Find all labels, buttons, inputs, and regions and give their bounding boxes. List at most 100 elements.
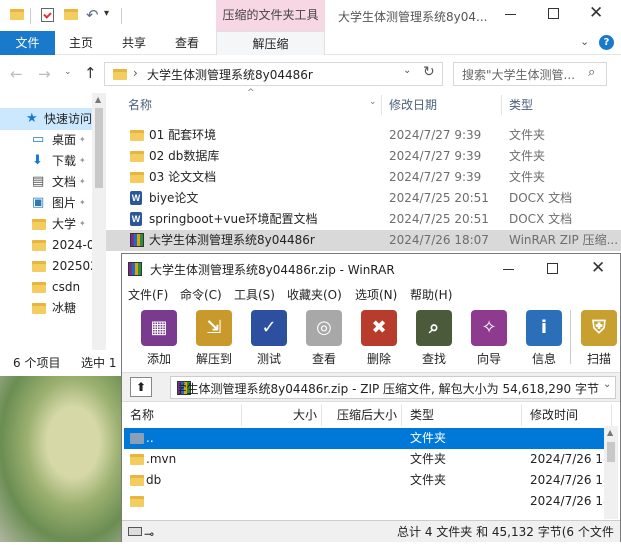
toolbar-label: 解压到 (195, 352, 232, 366)
file-row[interactable]: Wspringboot+vue环境配置文档 2024/7/25 20:51 DOCX… (106, 209, 621, 230)
column-dropdown-icon[interactable]: ⌄ (369, 97, 377, 107)
archive-column-name[interactable]: 名称 (130, 404, 242, 426)
help-icon[interactable]: ? (599, 35, 614, 50)
maximize-button[interactable] (548, 8, 559, 19)
file-date: 2024/7/25 20:51 (389, 191, 489, 205)
menu-item[interactable]: 命令(C) (180, 284, 222, 306)
sidebar-item[interactable]: ⬇ 下载 ✦ (0, 150, 92, 172)
archive-scroll-thumb[interactable] (607, 442, 615, 462)
archive-row[interactable]: db 文件夹 2024/7/26 18 (124, 470, 611, 491)
file-type: 文件夹 (509, 149, 546, 163)
sidebar-item[interactable]: ★ 快速访问 (0, 108, 92, 130)
file-name: springboot+vue环境配置文档 (149, 212, 318, 226)
tab-file[interactable]: 文件 (0, 31, 55, 55)
winrar-path-bar: ⬆ 大学生体测管理系统8y04486r.zip - ZIP 压缩文件, 解包大小… (122, 372, 620, 402)
archive-row[interactable]: 2024/7/26 18 (124, 491, 611, 512)
archive-column-type[interactable]: 类型 (410, 404, 522, 426)
file-row[interactable]: Wbiye论文 2024/7/25 20:51 DOCX 文档 (106, 188, 621, 209)
archive-path[interactable]: 大学生体测管理系统8y04486r.zip - ZIP 压缩文件, 解包大小为 … (179, 380, 599, 397)
refresh-icon[interactable]: ↻ (423, 64, 435, 80)
file-row[interactable]: 大学生体测管理系统8y04486r 2024/7/26 18:07 WinRAR Z… (106, 230, 621, 251)
column-date[interactable]: 修改日期 (389, 93, 437, 117)
path-dropdown-icon[interactable]: ⌄ (603, 379, 612, 390)
breadcrumb-chevron-icon[interactable]: › (133, 66, 138, 80)
back-icon[interactable]: ← (10, 65, 23, 83)
sidebar-item[interactable]: ▤ 文档 ✦ (0, 171, 92, 193)
file-type: 文件夹 (509, 170, 546, 184)
toolbar-delete-button[interactable]: ✖ 删除 (356, 308, 402, 368)
explorer-titlebar: ↶ ▾ 压缩的文件夹工具 大学生体测管理系统8y04... ✕ (0, 0, 621, 31)
archive-row[interactable]: .. 文件夹 (124, 428, 604, 449)
toolbar-find-button[interactable]: ⌕ 查找 (411, 308, 457, 368)
toolbar-add-button[interactable]: ▦ 添加 (136, 308, 182, 368)
sidebar-item[interactable]: 大学 ✦ (0, 213, 92, 235)
undo-icon[interactable]: ↶ (86, 6, 99, 24)
compressed-folder-tools-tab[interactable]: 压缩的文件夹工具 (216, 0, 325, 31)
chevron-down-icon[interactable]: ▾ (104, 8, 109, 19)
winrar-maximize-button[interactable] (547, 263, 558, 274)
sidebar-item[interactable]: 冰糖 (0, 297, 92, 319)
toolbar-wizard-button[interactable]: ✧ 向导 (466, 308, 512, 368)
menu-item[interactable]: 帮助(H) (410, 284, 452, 306)
search-icon[interactable]: ⌕ (588, 65, 595, 80)
recent-dropdown-icon[interactable]: ⌄ (64, 67, 72, 77)
close-button[interactable]: ✕ (589, 3, 603, 23)
new-folder-icon[interactable] (64, 9, 78, 20)
file-row[interactable]: 01 配套环境 2024/7/27 9:39 文件夹 (106, 125, 621, 146)
winrar-close-button[interactable]: ✕ (591, 258, 605, 278)
address-path[interactable]: 大学生体测管理系统8y04486r (147, 66, 313, 83)
menu-item[interactable]: 文件(F) (128, 284, 168, 306)
scroll-up-icon[interactable]: ▲ (95, 95, 101, 104)
file-type: 文件夹 (509, 128, 546, 142)
properties-icon[interactable] (41, 8, 54, 22)
sidebar-item[interactable]: ▣ 图片 ✦ (0, 192, 92, 214)
sidebar-item-label: 快速访问 (44, 112, 92, 126)
column-name[interactable]: 名称 (128, 93, 152, 117)
sidebar-item-label: 下载 (52, 154, 77, 168)
sidebar-item[interactable]: 2024-0 (0, 234, 92, 256)
toolbar-label: 信息 (531, 352, 556, 366)
menu-item[interactable]: 工具(S) (234, 284, 275, 306)
toolbar-scan-button[interactable]: ⛨ 扫描 (576, 308, 621, 368)
wizard-icon: ✧ (471, 310, 507, 346)
toolbar-view-button[interactable]: ◎ 查看 (301, 308, 347, 368)
minimize-button[interactable] (505, 14, 516, 15)
forward-icon[interactable]: → (38, 65, 51, 83)
nav-scrollbar[interactable]: ▲ (92, 93, 106, 350)
address-bar[interactable]: › 大学生体测管理系统8y04486r ⌄ ↻ (104, 62, 443, 86)
archive-column-size[interactable]: 大小 (242, 404, 322, 426)
sidebar-item[interactable]: ▭ 桌面 ✦ (0, 129, 92, 151)
toolbar-extract-button[interactable]: ⇲ 解压到 (191, 308, 237, 368)
winrar-minimize-button[interactable] (503, 269, 514, 270)
up-icon[interactable]: ↑ (84, 64, 97, 82)
tab-home[interactable]: 主页 (60, 31, 102, 55)
archive-scrollbar[interactable] (604, 426, 618, 519)
archive-item-type: 文件夹 (410, 473, 447, 487)
toolbar-info-button[interactable]: i 信息 (521, 308, 567, 368)
search-box[interactable]: 搜索"大学生体测管... ⌕ (453, 62, 607, 86)
scroll-thumb[interactable] (95, 108, 103, 188)
column-type[interactable]: 类型 (509, 93, 533, 117)
picture-icon: ▣ (32, 195, 45, 210)
file-date: 2024/7/27 9:39 (389, 170, 482, 184)
search-input[interactable]: 搜索"大学生体测管... (462, 66, 575, 83)
scroll-up-icon[interactable]: ▲ (607, 428, 613, 437)
tab-share[interactable]: 共享 (113, 31, 155, 55)
tab-view[interactable]: 查看 (166, 31, 208, 55)
archive-item-name: .mvn (146, 452, 177, 466)
toolbar-test-button[interactable]: ✓ 测试 (246, 308, 292, 368)
sidebar-item[interactable]: 202502 (0, 255, 92, 277)
archive-column-packed[interactable]: 压缩后大小 (322, 404, 402, 426)
tab-extract[interactable]: 解压缩 (216, 31, 325, 55)
archive-column-modified[interactable]: 修改时间 (530, 404, 612, 426)
address-dropdown-icon[interactable]: ⌄ (403, 65, 411, 76)
chevron-down-icon[interactable]: ⌄ (580, 35, 589, 48)
up-folder-button[interactable]: ⬆ (130, 377, 152, 397)
file-row[interactable]: 02 db数据库 2024/7/27 9:39 文件夹 (106, 146, 621, 167)
menu-item[interactable]: 收藏夹(O) (287, 284, 342, 306)
desktop-icon: ▭ (32, 132, 45, 147)
archive-row[interactable]: .mvn 文件夹 2024/7/26 18 (124, 449, 611, 470)
file-row[interactable]: 03 论文文档 2024/7/27 9:39 文件夹 (106, 167, 621, 188)
menu-item[interactable]: 选项(N) (355, 284, 397, 306)
sidebar-item[interactable]: csdn (0, 276, 92, 298)
